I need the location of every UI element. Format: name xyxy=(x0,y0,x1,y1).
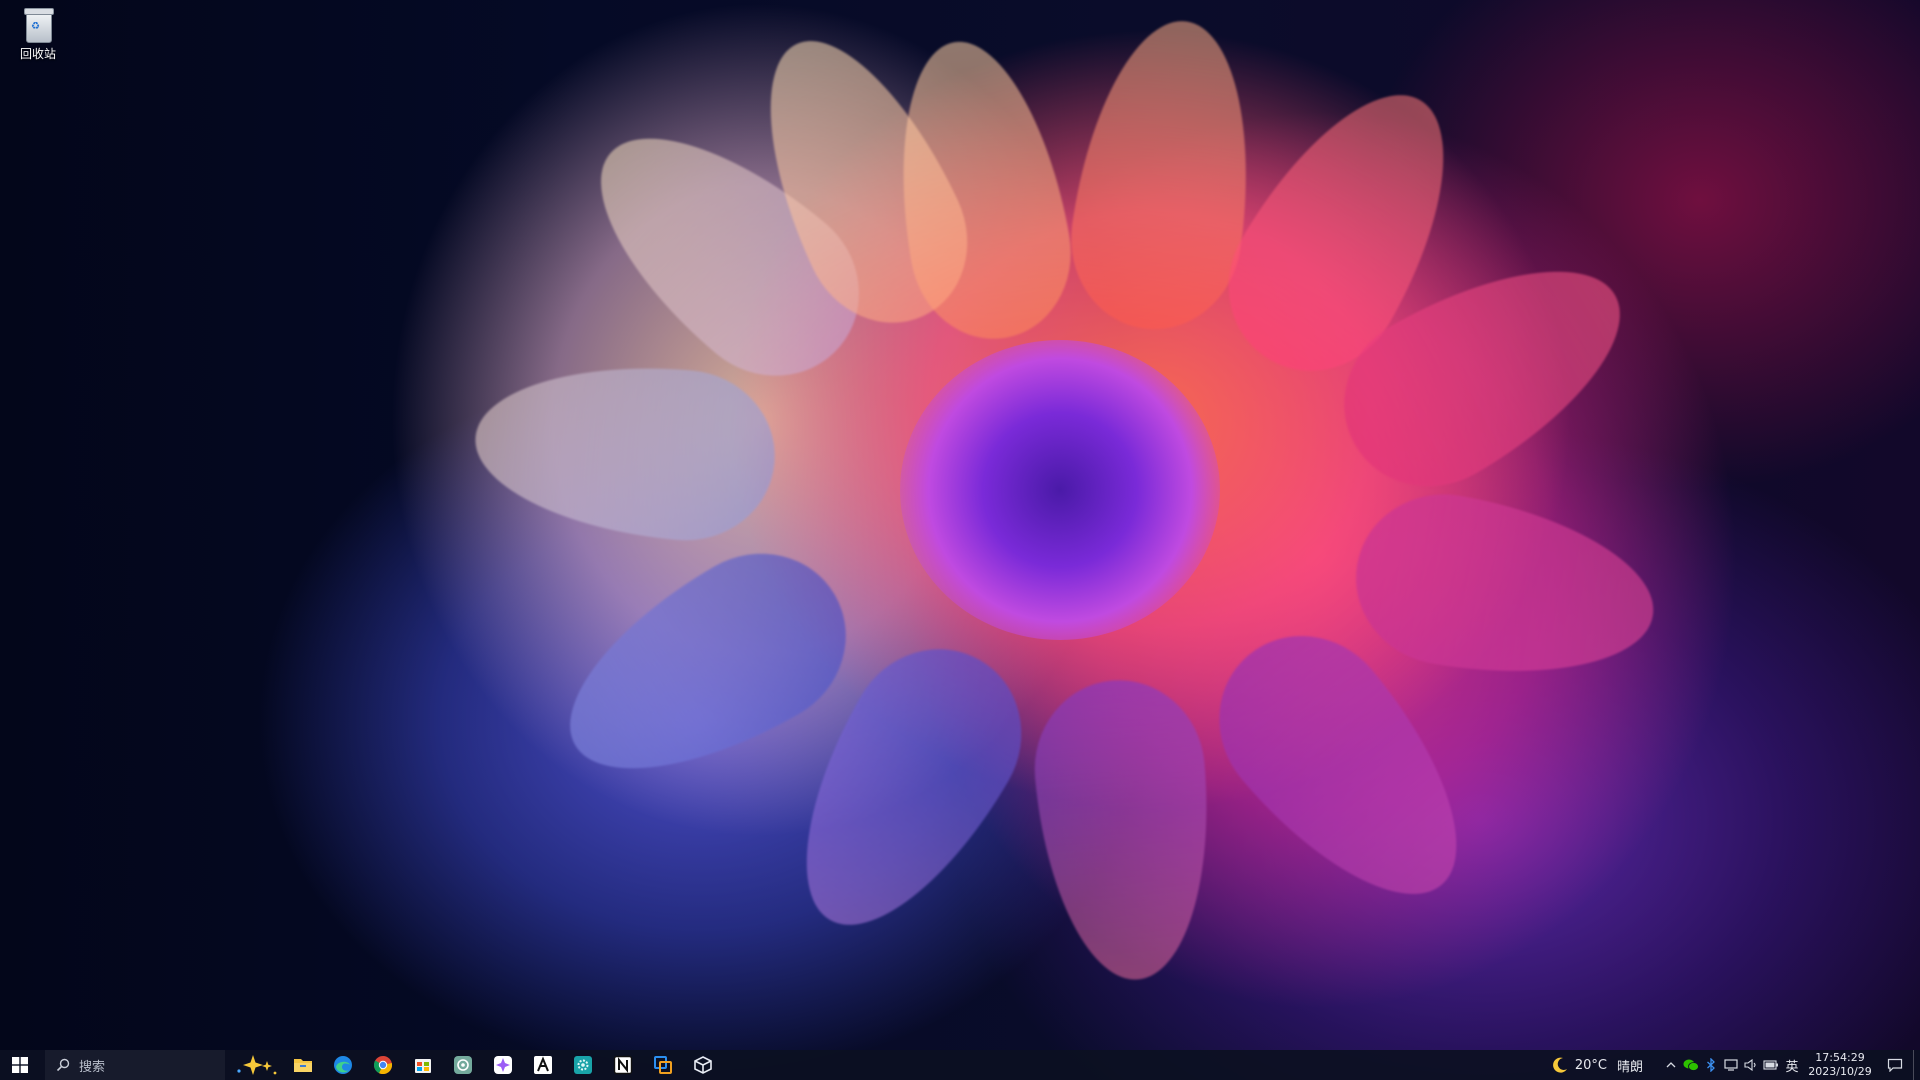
desktop-icon-label: 回收站 xyxy=(19,47,56,61)
notification-icon xyxy=(1887,1058,1903,1072)
show-hidden-icons-button[interactable] xyxy=(1661,1050,1681,1080)
taskbar-app-edge[interactable] xyxy=(323,1050,363,1080)
notion-icon xyxy=(613,1055,633,1075)
file-explorer-icon xyxy=(294,1059,312,1072)
search-icon xyxy=(55,1057,71,1073)
search-placeholder: 搜索 xyxy=(79,1059,106,1075)
taskbar-app-ai[interactable] xyxy=(483,1050,523,1080)
tray-battery[interactable] xyxy=(1761,1050,1781,1080)
tray-bluetooth[interactable] xyxy=(1701,1050,1721,1080)
taskbar-app-notion[interactable] xyxy=(603,1050,643,1080)
tray-network[interactable] xyxy=(1721,1050,1741,1080)
tray-wechat[interactable] xyxy=(1681,1050,1701,1080)
show-desktop-button[interactable] xyxy=(1913,1050,1920,1080)
taskbar-app-file-explorer[interactable] xyxy=(283,1050,323,1080)
weather-temperature: 20°C xyxy=(1574,1057,1607,1073)
system-tray: 20°C 晴朗 英 17:54:29 2023/10/29 xyxy=(1551,1050,1920,1080)
chrome-icon xyxy=(373,1056,393,1075)
gear-app-icon xyxy=(574,1056,592,1074)
taskbar-app-gear[interactable] xyxy=(563,1050,603,1080)
edge-icon xyxy=(334,1056,352,1074)
desktop-wallpaper: ♻ 回收站 搜索 20°C 晴朗 英 17:54:29 2023/10/29 xyxy=(0,0,1920,1080)
clock-date: 2023/10/29 xyxy=(1808,1065,1872,1078)
wallpaper-petal xyxy=(468,352,782,548)
taskbar-app-store[interactable] xyxy=(403,1050,443,1080)
taskbar-app-package[interactable] xyxy=(683,1050,723,1080)
taskbar-app-chatgpt[interactable] xyxy=(443,1050,483,1080)
typora-icon xyxy=(534,1056,552,1074)
notification-center-button[interactable] xyxy=(1877,1050,1913,1080)
taskbar-app-typora[interactable] xyxy=(523,1050,563,1080)
desktop-icon-recycle-bin[interactable]: ♻ 回收站 xyxy=(12,4,64,62)
package-icon xyxy=(694,1056,712,1074)
moon-icon xyxy=(1552,1057,1567,1073)
taskbar: 搜索 20°C 晴朗 英 17:54:29 2023/10/29 xyxy=(0,1050,1920,1080)
ai-app-icon xyxy=(494,1056,512,1074)
store-icon xyxy=(415,1059,431,1073)
weather-widget[interactable]: 20°C 晴朗 xyxy=(1551,1056,1643,1075)
input-method-indicator[interactable]: 英 xyxy=(1781,1056,1803,1075)
taskbar-app-chrome[interactable] xyxy=(363,1050,403,1080)
taskbar-app-remote-desktop[interactable] xyxy=(643,1050,683,1080)
network-icon xyxy=(1724,1059,1738,1071)
bluetooth-icon xyxy=(1707,1058,1715,1072)
search-box[interactable]: 搜索 xyxy=(45,1050,225,1080)
wechat-icon xyxy=(1683,1059,1699,1071)
chatgpt-icon xyxy=(454,1056,472,1074)
battery-icon xyxy=(1763,1060,1778,1070)
remote-desktop-icon xyxy=(654,1056,672,1074)
volume-icon xyxy=(1744,1059,1756,1071)
start-button[interactable] xyxy=(0,1050,40,1080)
chevron-up-icon xyxy=(1666,1062,1676,1068)
sparkle-icon xyxy=(237,1055,277,1075)
wallpaper-petal xyxy=(1027,673,1223,987)
taskbar-clock[interactable]: 17:54:29 2023/10/29 xyxy=(1803,1051,1877,1079)
wallpaper-petal xyxy=(1342,480,1668,700)
tray-volume[interactable] xyxy=(1741,1050,1761,1080)
weather-condition: 晴朗 xyxy=(1616,1059,1643,1075)
windows-logo-icon xyxy=(12,1057,28,1073)
flower-center xyxy=(900,340,1220,640)
clock-time: 17:54:29 xyxy=(1815,1051,1865,1064)
copilot-button[interactable] xyxy=(229,1050,283,1080)
recycle-bin-icon: ♻ xyxy=(23,8,54,43)
